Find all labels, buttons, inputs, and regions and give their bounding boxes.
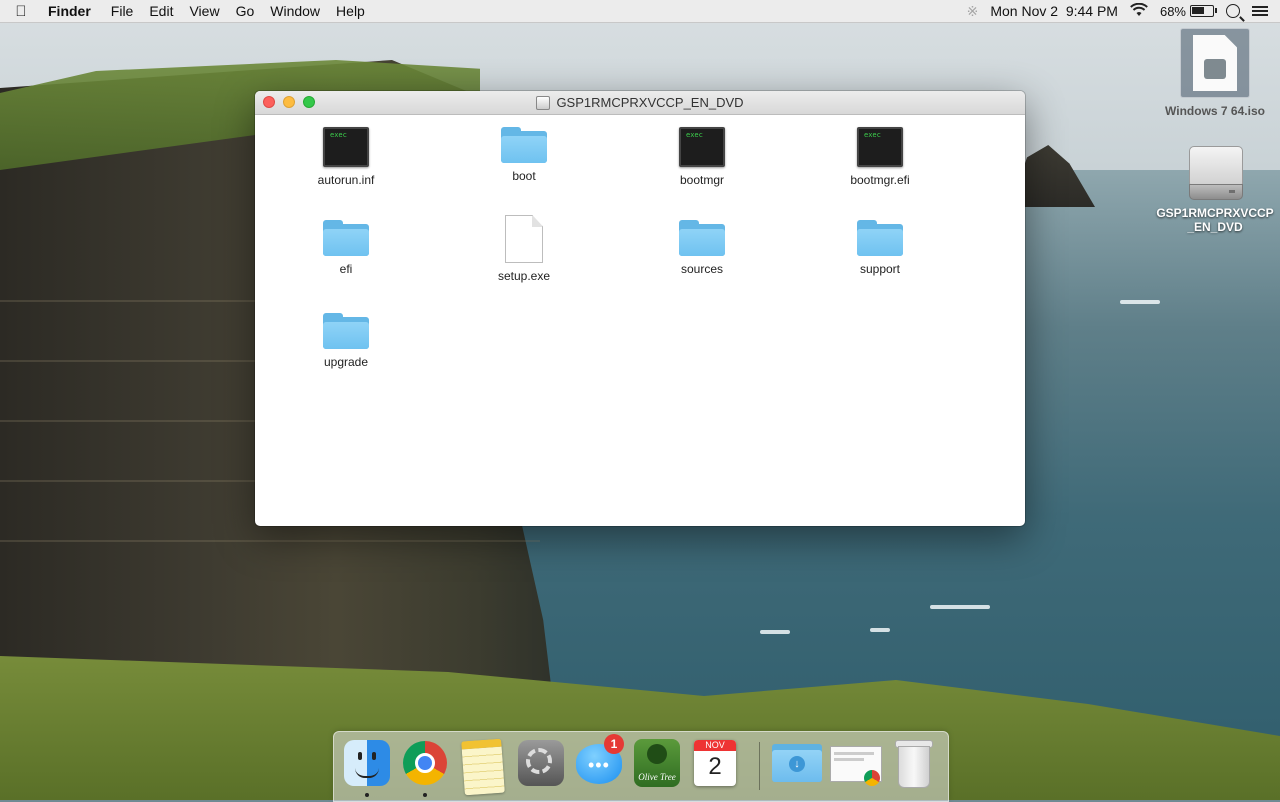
- folder-item[interactable]: support: [805, 220, 955, 276]
- desktop-icon-label: GSP1RMCPRXVCCP_EN_DVD: [1156, 206, 1274, 234]
- running-indicator: [423, 793, 427, 797]
- folder-item[interactable]: boot: [449, 127, 599, 183]
- menu-edit[interactable]: Edit: [141, 0, 181, 22]
- spotlight-search-icon[interactable]: [1226, 4, 1240, 18]
- file-name: efi: [339, 262, 353, 276]
- document-icon: [505, 215, 543, 263]
- calendar-day: 2: [708, 753, 722, 780]
- battery-icon[interactable]: [1190, 5, 1217, 17]
- file-item[interactable]: exec bootmgr.efi: [805, 127, 955, 187]
- apple-menu-icon[interactable]: : [0, 3, 42, 20]
- notes-icon: [461, 738, 505, 796]
- external-drive-icon: [1187, 144, 1243, 200]
- window-title: GSP1RMCPRXVCCP_EN_DVD: [556, 95, 744, 110]
- notification-badge: 1: [604, 734, 624, 754]
- file-name: bootmgr.efi: [850, 173, 910, 187]
- running-indicator: [365, 793, 369, 797]
- chrome-icon: [403, 741, 447, 785]
- menu-view[interactable]: View: [181, 0, 227, 22]
- bluetooth-icon[interactable]: ※: [967, 3, 979, 20]
- menu-finder[interactable]: Finder: [42, 0, 103, 22]
- file-grid: exec autorun.inf boot exec bootmgr exec …: [255, 115, 1025, 526]
- file-name: setup.exe: [497, 269, 551, 283]
- olive-tree-icon: Olive Tree: [634, 739, 680, 787]
- exec-icon: exec: [323, 127, 369, 167]
- desktop-icon-dvd[interactable]: GSP1RMCPRXVCCP_EN_DVD: [1155, 144, 1275, 234]
- finder-icon: [344, 740, 390, 786]
- disk-image-icon: [1180, 28, 1250, 98]
- folder-item[interactable]: sources: [627, 220, 777, 276]
- file-name: support: [859, 262, 901, 276]
- menu-bar:  Finder File Edit View Go Window Help ※…: [0, 0, 1280, 23]
- close-button[interactable]: [263, 96, 275, 108]
- file-item[interactable]: setup.exe: [449, 215, 599, 283]
- exec-icon: exec: [857, 127, 903, 167]
- dock-finder[interactable]: [342, 738, 392, 797]
- clock[interactable]: Mon Nov 2 9:44 PM: [990, 3, 1118, 19]
- zoom-button[interactable]: [303, 96, 315, 108]
- window-titlebar[interactable]: GSP1RMCPRXVCCP_EN_DVD: [255, 91, 1025, 115]
- messages-icon: ••• 1: [576, 734, 624, 784]
- file-name: upgrade: [323, 355, 369, 369]
- folder-icon: [857, 220, 903, 256]
- dock: ••• 1 Olive Tree NOV 2 ↓: [333, 731, 949, 802]
- menu-go[interactable]: Go: [228, 0, 263, 22]
- calendar-month: NOV: [694, 740, 736, 751]
- wifi-icon[interactable]: [1130, 2, 1148, 20]
- menu-window[interactable]: Window: [262, 0, 328, 22]
- folder-icon: [323, 313, 369, 349]
- system-preferences-icon: [518, 740, 564, 786]
- menu-help[interactable]: Help: [328, 0, 373, 22]
- file-name: sources: [680, 262, 724, 276]
- trash-icon: [895, 740, 933, 788]
- file-name: autorun.inf: [317, 173, 375, 187]
- desktop-icon-iso[interactable]: Windows 7 64.iso: [1155, 28, 1275, 120]
- menu-file[interactable]: File: [103, 0, 142, 22]
- dock-system-preferences[interactable]: [516, 738, 566, 790]
- dock-downloads[interactable]: ↓: [772, 738, 822, 790]
- exec-icon: exec: [679, 127, 725, 167]
- folder-icon: [323, 220, 369, 256]
- battery-percent[interactable]: 68%: [1160, 4, 1186, 19]
- finder-window: GSP1RMCPRXVCCP_EN_DVD exec autorun.inf b…: [255, 91, 1025, 526]
- folder-item[interactable]: efi: [271, 220, 421, 276]
- dock-minimized-window[interactable]: [830, 738, 882, 790]
- dock-messages[interactable]: ••• 1: [574, 734, 624, 790]
- dock-chrome[interactable]: [400, 738, 450, 797]
- dock-separator: [759, 742, 760, 790]
- minimize-button[interactable]: [283, 96, 295, 108]
- calendar-icon: NOV 2: [694, 740, 736, 786]
- dock-olive-tree[interactable]: Olive Tree: [632, 738, 682, 790]
- file-item[interactable]: exec autorun.inf: [271, 127, 421, 187]
- desktop-icon-label: Windows 7 64.iso: [1165, 104, 1265, 118]
- dock-notes[interactable]: [458, 738, 508, 796]
- battery-level: [1192, 7, 1204, 14]
- folder-icon: [501, 127, 547, 163]
- file-item[interactable]: exec bootmgr: [627, 127, 777, 187]
- file-name: bootmgr: [679, 173, 725, 187]
- dock-calendar[interactable]: NOV 2: [690, 738, 740, 790]
- file-name: boot: [512, 169, 536, 183]
- notification-center-icon[interactable]: [1252, 6, 1268, 16]
- minimized-chrome-window-icon: [830, 742, 882, 788]
- dock-trash[interactable]: [888, 738, 938, 790]
- folder-icon: [679, 220, 725, 256]
- olive-tree-label: Olive Tree: [638, 772, 676, 782]
- downloads-folder-icon: ↓: [772, 740, 822, 786]
- drive-icon: [536, 95, 551, 110]
- folder-item[interactable]: upgrade: [271, 313, 421, 369]
